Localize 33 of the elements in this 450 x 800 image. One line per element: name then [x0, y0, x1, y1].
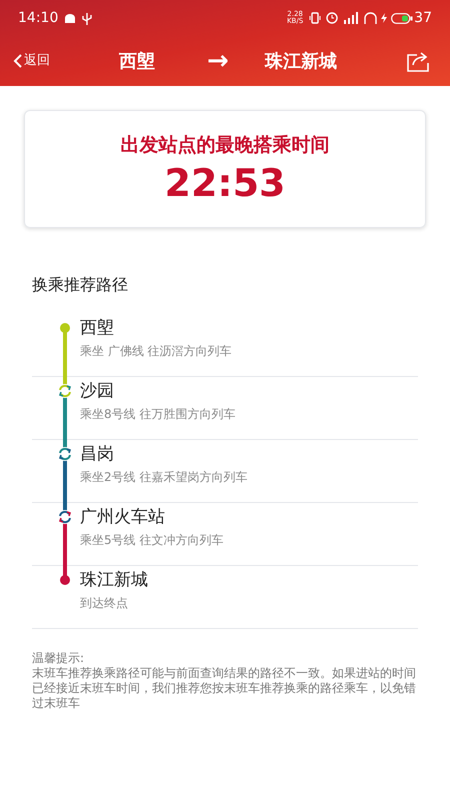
section-title: 换乘推荐路径 — [32, 274, 129, 296]
transfer-icon — [58, 447, 72, 461]
route-instruction: 乘坐 广佛线 往沥滘方向列车 — [80, 343, 232, 359]
origin-station: 西塱 — [119, 50, 155, 74]
alarm-icon — [326, 12, 338, 24]
station-name: 珠江新城 — [80, 569, 148, 591]
last-train-time: 22:53 — [164, 160, 286, 206]
usb-icon — [82, 12, 92, 24]
route-instruction: 乘坐2号线 往嘉禾望岗方向列车 — [80, 469, 248, 485]
vibrate-icon — [309, 12, 322, 24]
route-instruction: 到达终点 — [80, 595, 128, 611]
arrow-text: → — [207, 48, 229, 74]
station-name: 西塱 — [80, 317, 114, 339]
transfer-icon — [58, 510, 72, 524]
route-instruction: 乘坐5号线 往文冲方向列车 — [80, 532, 224, 548]
destination-station: 珠江新城 — [264, 50, 337, 74]
back-button[interactable]: 返回 — [13, 51, 83, 71]
charging-icon — [381, 13, 388, 23]
status-time: 14:10 — [18, 8, 58, 28]
share-icon — [407, 50, 431, 72]
route-instruction: 乘坐8号线 往万胜围方向列车 — [80, 406, 236, 422]
transfer-icon — [58, 384, 72, 398]
battery-icon — [391, 12, 414, 24]
battery-level: 37 — [414, 8, 432, 28]
chevron-left-icon — [13, 54, 22, 68]
notice-title: 温馨提示: — [32, 651, 86, 666]
card-title: 出发站点的最晚搭乘时间 — [120, 133, 330, 158]
share-button[interactable] — [407, 50, 431, 72]
notice-text: 末班车推荐换乘路径可能与前面查询结果的路径不一致。如果进站的时间已经接近末班车时间，我们推荐您按末班车推荐换乘的路径乘车，以免错过末班车 — [32, 666, 417, 711]
station-name: 广州火车站 — [80, 506, 165, 528]
station-name: 沙园 — [80, 380, 114, 402]
station-name: 昌岗 — [80, 443, 114, 465]
signal-icon — [343, 12, 360, 24]
